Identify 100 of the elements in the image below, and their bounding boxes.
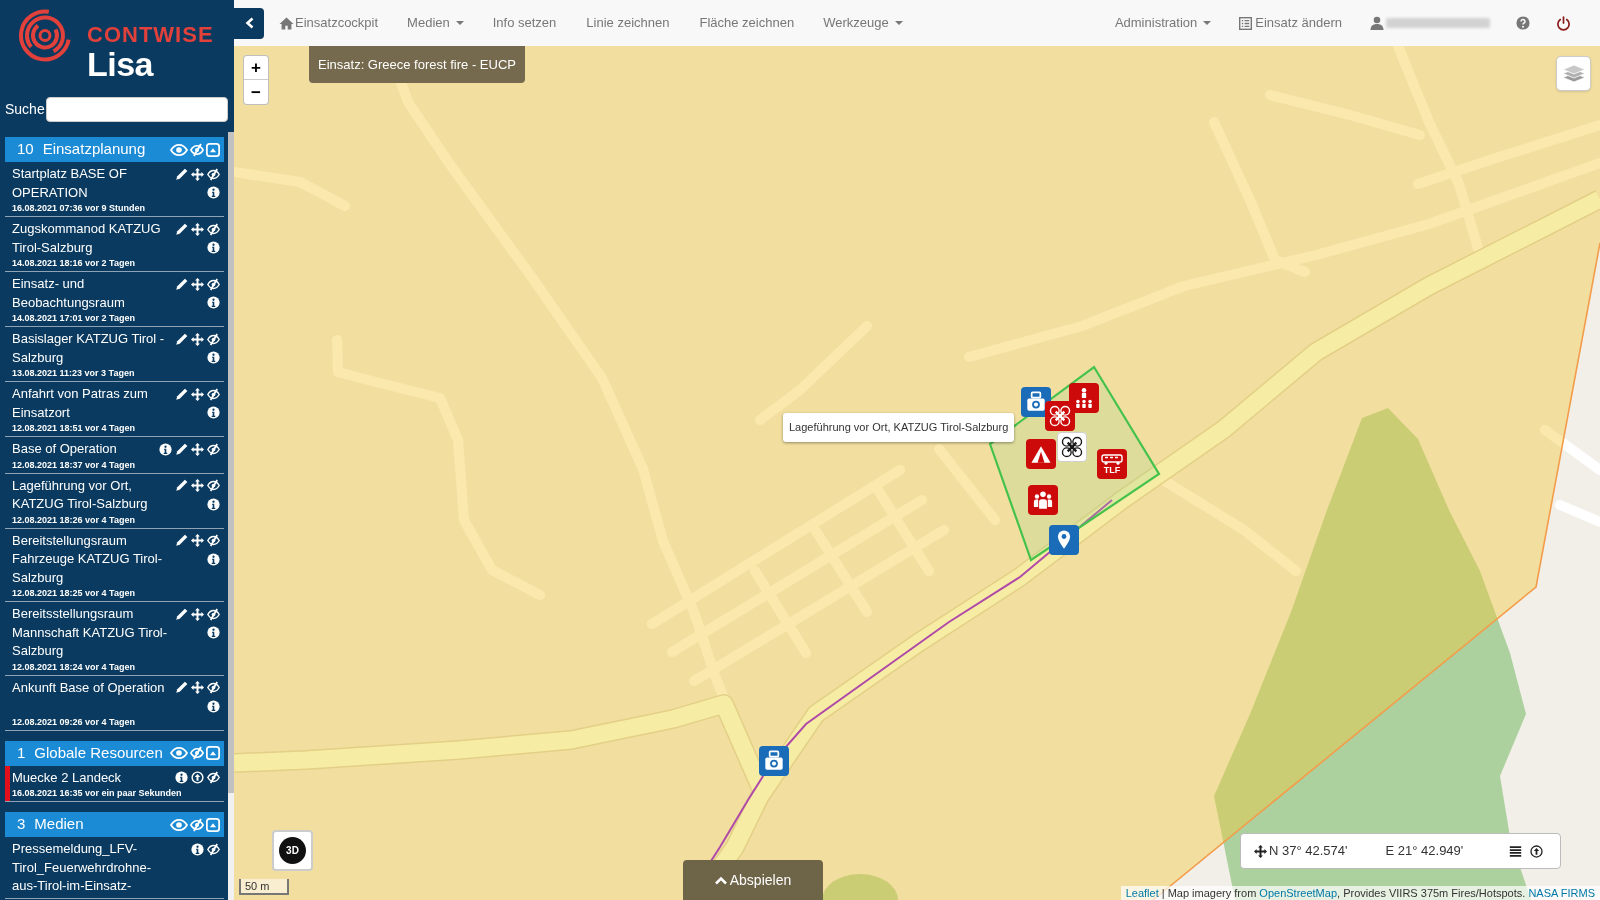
eye-slash-icon[interactable] — [207, 222, 220, 236]
caret-square-up-icon[interactable] — [206, 746, 220, 760]
eye-icon[interactable] — [170, 142, 188, 157]
eye-slash-icon[interactable] — [207, 167, 220, 181]
nav-link[interactable]: Linie zeichnen — [571, 0, 685, 46]
item-title[interactable]: Muecke 2 Landeck — [12, 768, 172, 787]
nav-link[interactable]: Einsatz ändern — [1225, 0, 1356, 46]
drone-marker-icon[interactable] — [1057, 432, 1087, 462]
nav-dropdown[interactable]: Administration — [1100, 0, 1226, 46]
hierarchy-marker-icon[interactable] — [1069, 383, 1099, 413]
attribution-link[interactable]: Leaflet — [1125, 887, 1159, 899]
move-icon[interactable] — [191, 607, 204, 621]
eye-icon[interactable] — [170, 746, 188, 760]
group-title[interactable]: Globale Resourcen — [34, 741, 163, 765]
eye-slash-icon[interactable] — [207, 442, 220, 456]
eye-icon[interactable] — [170, 817, 188, 832]
item-title[interactable]: Bereitsstellungsraum Mannschaft KATZUG Tirol-Salzburg — [12, 605, 172, 661]
info-icon[interactable] — [207, 241, 220, 255]
item-title[interactable]: Base of Operation — [12, 440, 158, 459]
zoom-out-button[interactable]: − — [244, 80, 268, 104]
pencil-icon[interactable] — [175, 442, 188, 456]
view-3d-button[interactable]: 3D — [272, 830, 313, 871]
item-title[interactable]: Lageführung vor Ort, KATZUG Tirol-Salzburg — [12, 476, 172, 514]
attribution-link[interactable]: NASA FIRMS — [1528, 887, 1595, 899]
camera-marker-icon[interactable] — [1021, 387, 1051, 417]
caret-square-up-icon[interactable] — [206, 817, 220, 832]
layers-button[interactable] — [1556, 56, 1591, 91]
move-icon[interactable] — [191, 277, 204, 291]
group-title[interactable]: Einsatzplanung — [42, 138, 146, 161]
brand-name: CONTWISE — [87, 24, 214, 46]
pencil-icon[interactable] — [175, 387, 188, 401]
pencil-icon[interactable] — [175, 479, 188, 493]
menu-icon[interactable] — [1509, 844, 1522, 858]
nav-link[interactable]: Info setzen — [477, 0, 572, 46]
nav-dropdown[interactable]: Medien — [393, 0, 478, 46]
eye-slash-icon[interactable] — [207, 607, 220, 621]
info-icon[interactable] — [207, 351, 220, 365]
camera-marker-icon[interactable] — [759, 746, 789, 776]
power-icon[interactable] — [1556, 15, 1571, 31]
item-timestamp: 16.08.2021 07:36 vor 9 Stunden — [12, 202, 147, 214]
user-icon[interactable] — [1370, 16, 1384, 30]
info-icon[interactable] — [207, 296, 220, 310]
caret-square-up-icon[interactable] — [206, 142, 220, 157]
item-title[interactable]: Zugskommanod KATZUG Tirol-Salzburg — [12, 220, 172, 257]
info-icon[interactable] — [207, 626, 220, 640]
item-title[interactable]: Basislager KATZUG Tirol - Salzburg — [12, 330, 172, 367]
info-icon[interactable] — [175, 771, 188, 785]
nav-dropdown[interactable]: Werkzeuge — [809, 0, 917, 46]
info-icon[interactable] — [207, 497, 220, 511]
info-icon[interactable] — [159, 442, 172, 456]
item-timestamp: 12.08.2021 09:26 vor 4 Tagen — [12, 715, 136, 728]
tent-marker-icon[interactable] — [1026, 439, 1056, 469]
item-title[interactable]: Pressemeldung_LFV-Tirol_Feuerwehrdrohne-aus-Tirol-im-Einsatz- — [12, 840, 172, 896]
eye-slash-icon[interactable] — [207, 332, 220, 346]
move-icon[interactable] — [191, 534, 204, 548]
nav-link[interactable]: Einsatzcockpit — [264, 0, 394, 46]
pencil-icon[interactable] — [175, 222, 188, 236]
pencil-icon[interactable] — [175, 534, 188, 548]
help-icon[interactable] — [1516, 16, 1530, 30]
location-pin-marker-icon[interactable] — [1049, 525, 1079, 555]
attribution-link[interactable]: OpenStreetMap — [1259, 887, 1337, 899]
eye-slash-icon[interactable] — [207, 534, 220, 548]
move-icon[interactable] — [191, 442, 204, 456]
drone-marker-icon[interactable] — [1045, 401, 1075, 431]
people-marker-icon[interactable] — [1028, 485, 1058, 515]
pencil-icon[interactable] — [175, 607, 188, 621]
eye-slash-icon[interactable] — [207, 387, 220, 401]
move-icon[interactable] — [191, 479, 204, 493]
item-title[interactable]: Bereitstellungsraum Fahrzeuge KATZUG Tirol-Salzburg — [12, 531, 172, 587]
info-icon[interactable] — [207, 699, 220, 713]
vehicle-marker[interactable]: TLF — [1097, 449, 1127, 479]
arrow-circle-up-icon[interactable] — [1530, 844, 1543, 858]
eye-slash-icon[interactable] — [207, 771, 220, 785]
group-title[interactable]: Medien — [34, 813, 84, 836]
eye-slash-icon[interactable] — [207, 479, 220, 493]
info-icon[interactable] — [207, 186, 220, 200]
search-field[interactable] — [46, 97, 228, 122]
collapse-sidebar-button[interactable] — [234, 7, 264, 39]
info-icon[interactable] — [207, 552, 220, 566]
info-icon[interactable] — [207, 406, 220, 420]
pencil-icon[interactable] — [175, 167, 188, 181]
eye-slash-icon[interactable] — [207, 277, 220, 291]
nav-link[interactable]: Fläche zeichnen — [684, 0, 810, 46]
move-icon[interactable] — [191, 222, 204, 236]
move-icon[interactable] — [191, 167, 204, 181]
item-title[interactable]: Anfahrt von Patras zum Einsatzort — [12, 385, 172, 422]
item-title[interactable]: Einsatz- und Beobachtungsraum — [12, 275, 172, 312]
play-button[interactable]: Abspielen — [683, 860, 823, 900]
item-title[interactable]: Ankunft Base of Operation — [12, 678, 172, 716]
pencil-icon[interactable] — [175, 332, 188, 346]
pencil-icon[interactable] — [175, 681, 188, 695]
pencil-icon[interactable] — [175, 277, 188, 291]
move-icon[interactable] — [191, 681, 204, 695]
item-title[interactable]: Startplatz BASE OF OPERATION — [12, 165, 172, 202]
zoom-in-button[interactable]: + — [244, 56, 268, 80]
move-icon[interactable] — [191, 387, 204, 401]
eye-slash-icon[interactable] — [207, 681, 220, 695]
eye-slash-icon[interactable] — [207, 842, 220, 856]
info-icon[interactable] — [191, 842, 204, 856]
move-icon[interactable] — [191, 332, 204, 346]
